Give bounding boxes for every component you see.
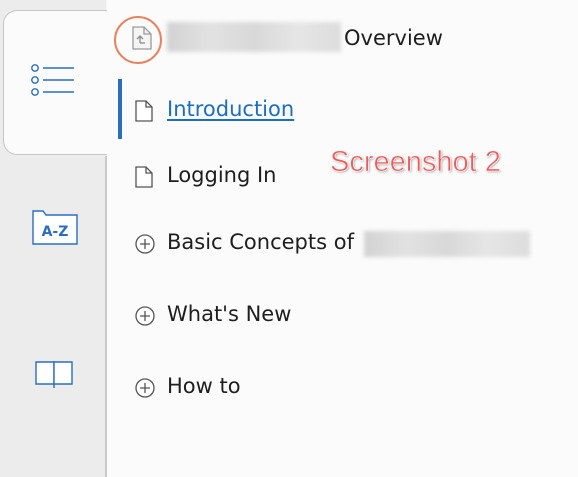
page-icon — [135, 166, 153, 188]
page-icon — [135, 100, 153, 122]
nav-item-whats-new[interactable]: What's New — [130, 301, 330, 331]
nav-item-label[interactable]: Introduction — [167, 97, 294, 121]
plus-circle-icon — [135, 234, 155, 254]
plus-circle-icon — [135, 378, 155, 398]
book-icon — [35, 361, 73, 388]
up-level-page-icon[interactable] — [131, 26, 153, 50]
nav-item-label: What's New — [167, 302, 292, 326]
screenshot-annotation: Screenshot 2 — [330, 146, 501, 179]
nav-item-logging-in[interactable]: Logging In — [130, 162, 330, 192]
nav-item-introduction[interactable]: Introduction — [130, 96, 330, 126]
plus-circle-icon — [135, 306, 155, 326]
redacted-product-name — [364, 231, 530, 257]
nav-item-label: Basic Concepts of — [167, 230, 354, 254]
index-az-icon: A-Z — [32, 210, 78, 245]
list-icon — [31, 64, 74, 96]
tab-index[interactable]: A-Z — [30, 206, 80, 246]
tab-contents[interactable] — [3, 10, 113, 155]
redacted-product-name — [167, 22, 341, 52]
nav-item-label: How to — [167, 374, 241, 398]
tab-glossary[interactable] — [33, 358, 77, 390]
nav-item-label: Logging In — [167, 163, 277, 187]
nav-item-how-to[interactable]: How to — [130, 373, 330, 403]
active-item-indicator — [118, 79, 122, 139]
svg-text:A-Z: A-Z — [42, 224, 69, 240]
page-title: Overview — [344, 26, 443, 50]
